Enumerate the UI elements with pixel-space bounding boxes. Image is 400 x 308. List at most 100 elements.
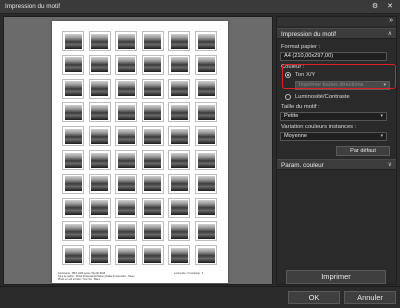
pattern-thumbnail	[195, 78, 217, 99]
pattern-thumbnail	[115, 197, 138, 218]
thumbnail-image	[170, 247, 188, 263]
thumbnail-image	[144, 57, 162, 73]
thumbnail-image	[91, 104, 109, 120]
thumbnail-image	[117, 152, 135, 168]
pattern-thumbnail	[195, 102, 217, 123]
pattern-thumbnail	[88, 126, 111, 147]
thumbnail-image	[170, 200, 188, 216]
thumbnail-image	[117, 57, 135, 73]
thumbnail-image	[64, 176, 82, 192]
thumbnail-image	[197, 104, 215, 120]
pattern-size-select[interactable]: Petite ▾	[280, 112, 387, 121]
thumbnail-image	[197, 152, 215, 168]
thumbnail-image	[64, 223, 82, 239]
thumbnail-image	[64, 200, 82, 216]
pattern-thumbnail	[62, 126, 84, 147]
pattern-thumbnail	[168, 78, 191, 99]
thumbnail-image	[117, 104, 135, 120]
footer-separator	[0, 286, 400, 287]
pattern-thumbnail	[168, 126, 191, 147]
radio-brightness-contrast[interactable]	[285, 94, 291, 100]
pattern-thumbnail	[168, 221, 191, 242]
pattern-thumbnail	[115, 102, 138, 123]
pattern-thumbnail	[141, 102, 164, 123]
thumbnail-image	[64, 57, 82, 73]
pattern-thumbnail	[115, 221, 138, 242]
thumbnail-image	[197, 81, 215, 97]
pattern-thumbnail	[195, 126, 217, 147]
thumbnail-image	[170, 223, 188, 239]
paper-size-label: Format papier :	[281, 44, 321, 50]
pattern-thumbnail	[115, 126, 138, 147]
thumbnail-image	[117, 223, 135, 239]
paper-size-select[interactable]: A4 (210,00x297,00)	[280, 52, 387, 61]
highlight-box	[282, 64, 396, 89]
thumbnail-image	[197, 247, 215, 263]
thumbnail-image	[117, 176, 135, 192]
thumbnail-image	[91, 223, 109, 239]
thumbnail-image	[197, 176, 215, 192]
pattern-thumbnail	[62, 197, 84, 218]
thumbnail-image	[197, 128, 215, 144]
variation-select[interactable]: Moyenne ▾	[280, 132, 387, 141]
chevron-up-icon: ∧	[387, 31, 392, 37]
thumbnail-image	[144, 247, 162, 263]
chevron-down-icon: ▾	[380, 133, 383, 139]
thumbnail-image	[144, 200, 162, 216]
thumbnail-image	[64, 247, 82, 263]
pattern-thumbnail	[88, 173, 111, 194]
pattern-thumbnail	[88, 31, 111, 51]
pattern-thumbnail	[168, 102, 191, 123]
pattern-thumbnail	[141, 78, 164, 99]
pattern-thumbnail	[195, 245, 217, 266]
radio-brightness-contrast-label: Luminosité/Contraste	[295, 94, 350, 100]
pattern-thumbnail	[62, 173, 84, 194]
pattern-grid	[62, 31, 218, 269]
thumbnail-image	[91, 128, 109, 144]
thumbnail-image	[170, 128, 188, 144]
pattern-thumbnail	[195, 31, 217, 51]
thumbnail-image	[170, 33, 188, 49]
pattern-thumbnail	[88, 150, 111, 170]
pattern-thumbnail	[88, 221, 111, 242]
pattern-thumbnail	[115, 54, 138, 75]
close-icon[interactable]: ✕	[385, 2, 395, 11]
pattern-thumbnail	[115, 245, 138, 266]
default-button[interactable]: Par défaut	[336, 146, 390, 156]
pattern-thumbnail	[195, 173, 217, 194]
ok-button[interactable]: OK	[288, 291, 340, 304]
thumbnail-image	[91, 247, 109, 263]
pattern-thumbnail	[168, 31, 191, 51]
title-bar: Impression du motif ⚙ ✕	[0, 0, 400, 14]
thumbnail-image	[144, 152, 162, 168]
pattern-thumbnail	[141, 54, 164, 75]
print-preview: Imprimante : PRO-1000 series / My-Mt-504…	[3, 16, 273, 285]
window-title: Impression du motif	[5, 3, 60, 10]
thumbnail-image	[91, 33, 109, 49]
thumbnail-image	[117, 33, 135, 49]
thumbnail-image	[144, 176, 162, 192]
section-pattern-print-header[interactable]: Impression du motif ∧	[277, 28, 396, 39]
thumbnail-image	[170, 104, 188, 120]
pattern-thumbnail	[88, 102, 111, 123]
pattern-thumbnail	[62, 31, 84, 51]
thumbnail-image	[170, 57, 188, 73]
pattern-size-label: Taille du motif :	[281, 104, 320, 110]
thumbnail-image	[117, 128, 135, 144]
print-button[interactable]: Imprimer	[286, 270, 386, 284]
pattern-thumbnail	[115, 31, 138, 51]
preview-page: Imprimante : PRO-1000 series / My-Mt-504…	[52, 21, 228, 283]
cancel-button[interactable]: Annuler	[344, 291, 396, 304]
section-color-params-header[interactable]: Param. couleur ∨	[277, 159, 396, 170]
pattern-thumbnail	[168, 197, 191, 218]
preview-footer-right: Luminosité : 0 Contraste : 0	[174, 272, 204, 275]
thumbnail-image	[64, 81, 82, 97]
pattern-thumbnail	[168, 54, 191, 75]
thumbnail-image	[197, 33, 215, 49]
pattern-thumbnail	[195, 150, 217, 170]
double-chevron-right-icon[interactable]: »	[389, 17, 393, 24]
gear-icon[interactable]: ⚙	[370, 2, 380, 11]
variation-value: Moyenne	[284, 133, 308, 139]
panel-toolbar: »	[277, 17, 396, 26]
pattern-thumbnail	[141, 197, 164, 218]
